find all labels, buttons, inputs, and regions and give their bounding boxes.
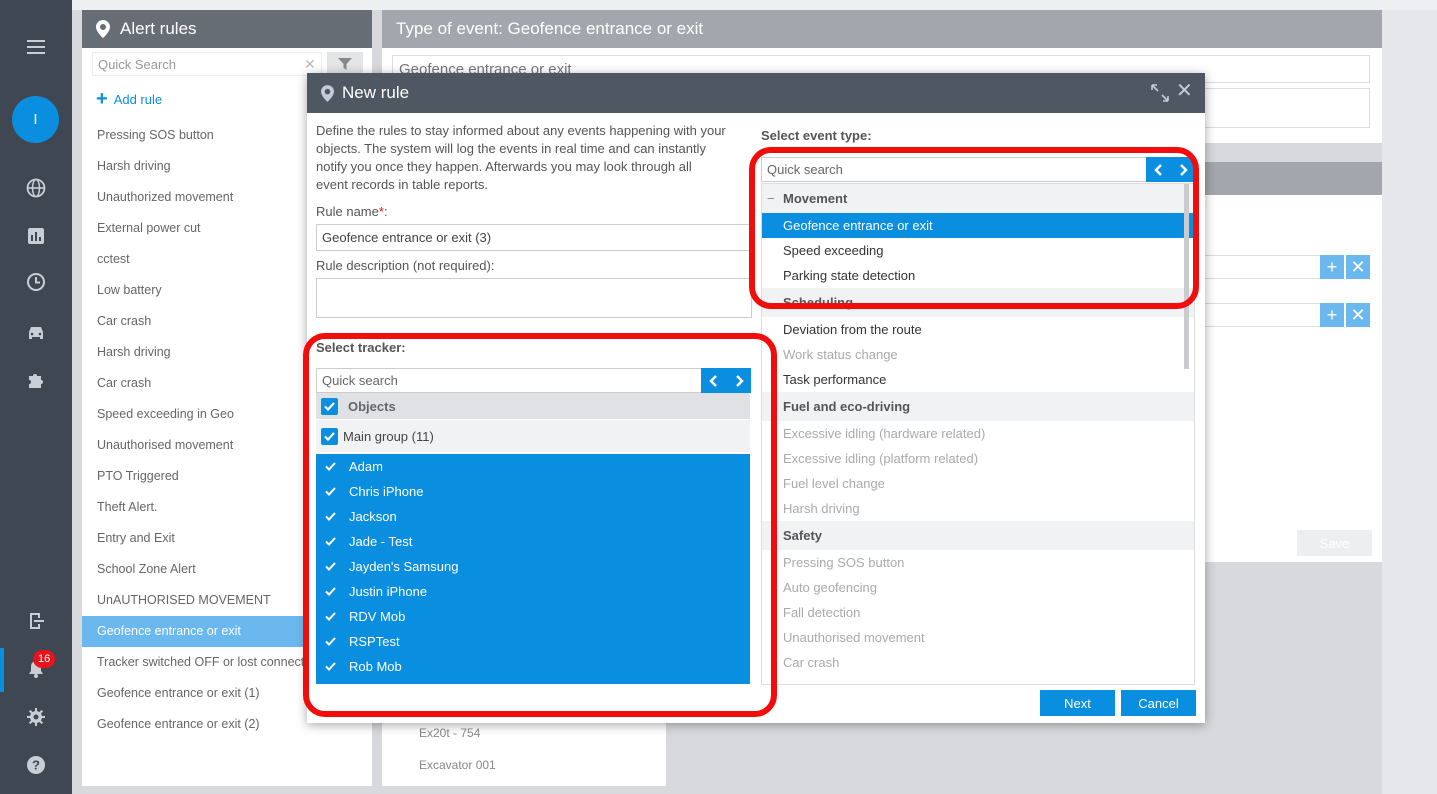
settings-input[interactable] — [1204, 303, 1324, 327]
next-button[interactable]: Next — [1040, 690, 1115, 716]
event-type-item[interactable]: Task performance — [762, 367, 1194, 392]
location-pin-icon — [96, 20, 110, 38]
menu-icon[interactable] — [0, 31, 72, 63]
event-category-label: Safety — [783, 528, 823, 543]
rule-name-label: Rule name*: — [316, 204, 388, 219]
location-pin-icon — [321, 84, 334, 102]
event-type-title: Type of event: Geofence entrance or exit — [382, 10, 1382, 48]
event-type-item: Fuel level change — [783, 476, 885, 491]
clear-search-icon[interactable]: ✕ — [304, 56, 316, 73]
clock-icon[interactable] — [0, 266, 72, 298]
event-type-item: Harsh driving — [783, 501, 860, 516]
rule-description-label: Rule description (not required): — [316, 258, 495, 273]
event-type-item: Excessive idling (platform related) — [783, 451, 979, 466]
event-type-item: Fall detection — [783, 605, 861, 620]
event-category-label: Fuel and eco-driving — [783, 399, 911, 414]
help-icon[interactable]: ? — [0, 749, 72, 781]
add-rule-label: Add rule — [113, 91, 163, 107]
tracker-highlight-outline — [303, 333, 777, 717]
avatar[interactable]: I — [12, 96, 59, 143]
event-highlight-outline — [749, 147, 1199, 309]
close-icon[interactable]: ✕ — [1346, 255, 1370, 279]
cancel-button[interactable]: Cancel — [1121, 690, 1196, 716]
settings-input[interactable] — [1204, 255, 1324, 279]
left-rail: I 16 ? — [0, 0, 72, 794]
close-icon[interactable]: ✕ — [1346, 303, 1370, 327]
plus-icon: + — [96, 88, 108, 110]
add-rule-button[interactable]: + Add rule — [96, 88, 163, 110]
dialog-header: New rule — [307, 73, 1205, 113]
event-category[interactable]: Safety — [762, 521, 1194, 550]
close-icon[interactable]: ✕ — [1176, 81, 1193, 101]
background-area — [1382, 10, 1437, 794]
event-type-item[interactable]: Deviation from the route — [762, 317, 1194, 342]
logout-icon[interactable] — [0, 605, 72, 637]
globe-icon[interactable] — [0, 172, 72, 204]
alert-rules-title: Alert rules — [120, 19, 197, 38]
label-colon: : — [383, 204, 388, 219]
event-type-item: Work status change — [783, 347, 898, 362]
svg-text:?: ? — [32, 758, 40, 773]
background-tracker-list: Ex20t - 754 Excavator 001 — [382, 718, 666, 786]
notification-badge: 16 — [33, 650, 56, 668]
car-icon[interactable] — [0, 317, 72, 349]
select-event-label: Select event type: — [761, 128, 872, 143]
dialog-title: New rule — [342, 83, 410, 102]
list-item: Excavator 001 — [419, 758, 496, 772]
event-type-item: Auto geofencing — [783, 580, 877, 595]
event-category[interactable]: Fuel and eco-driving — [762, 392, 1194, 421]
plus-icon[interactable]: + — [1320, 255, 1344, 279]
rule-name-label-text: Rule name — [316, 204, 379, 219]
expand-icon[interactable] — [1151, 84, 1169, 102]
filter-icon — [338, 58, 352, 70]
dialog-intro-text: Define the rules to stay informed about … — [316, 123, 726, 192]
rules-search-input[interactable]: Quick Search — [92, 52, 322, 76]
event-type-item: Pressing SOS button — [783, 555, 905, 570]
alert-rules-header: Alert rules — [82, 10, 372, 48]
chart-icon[interactable] — [0, 220, 72, 252]
event-type-item: Excessive idling (hardware related) — [783, 426, 986, 441]
event-type-item: Car crash — [783, 655, 840, 670]
save-button[interactable]: Save — [1297, 530, 1372, 556]
event-type-item: Unauthorised movement — [783, 630, 925, 645]
avatar-initial: I — [33, 111, 38, 128]
top-band — [72, 0, 1437, 10]
rule-description-input[interactable] — [316, 278, 752, 318]
puzzle-icon[interactable] — [0, 364, 72, 396]
plus-icon[interactable]: + — [1320, 303, 1344, 327]
gear-icon[interactable] — [0, 701, 72, 733]
rule-name-input[interactable]: Geofence entrance or exit (3) — [316, 224, 752, 251]
